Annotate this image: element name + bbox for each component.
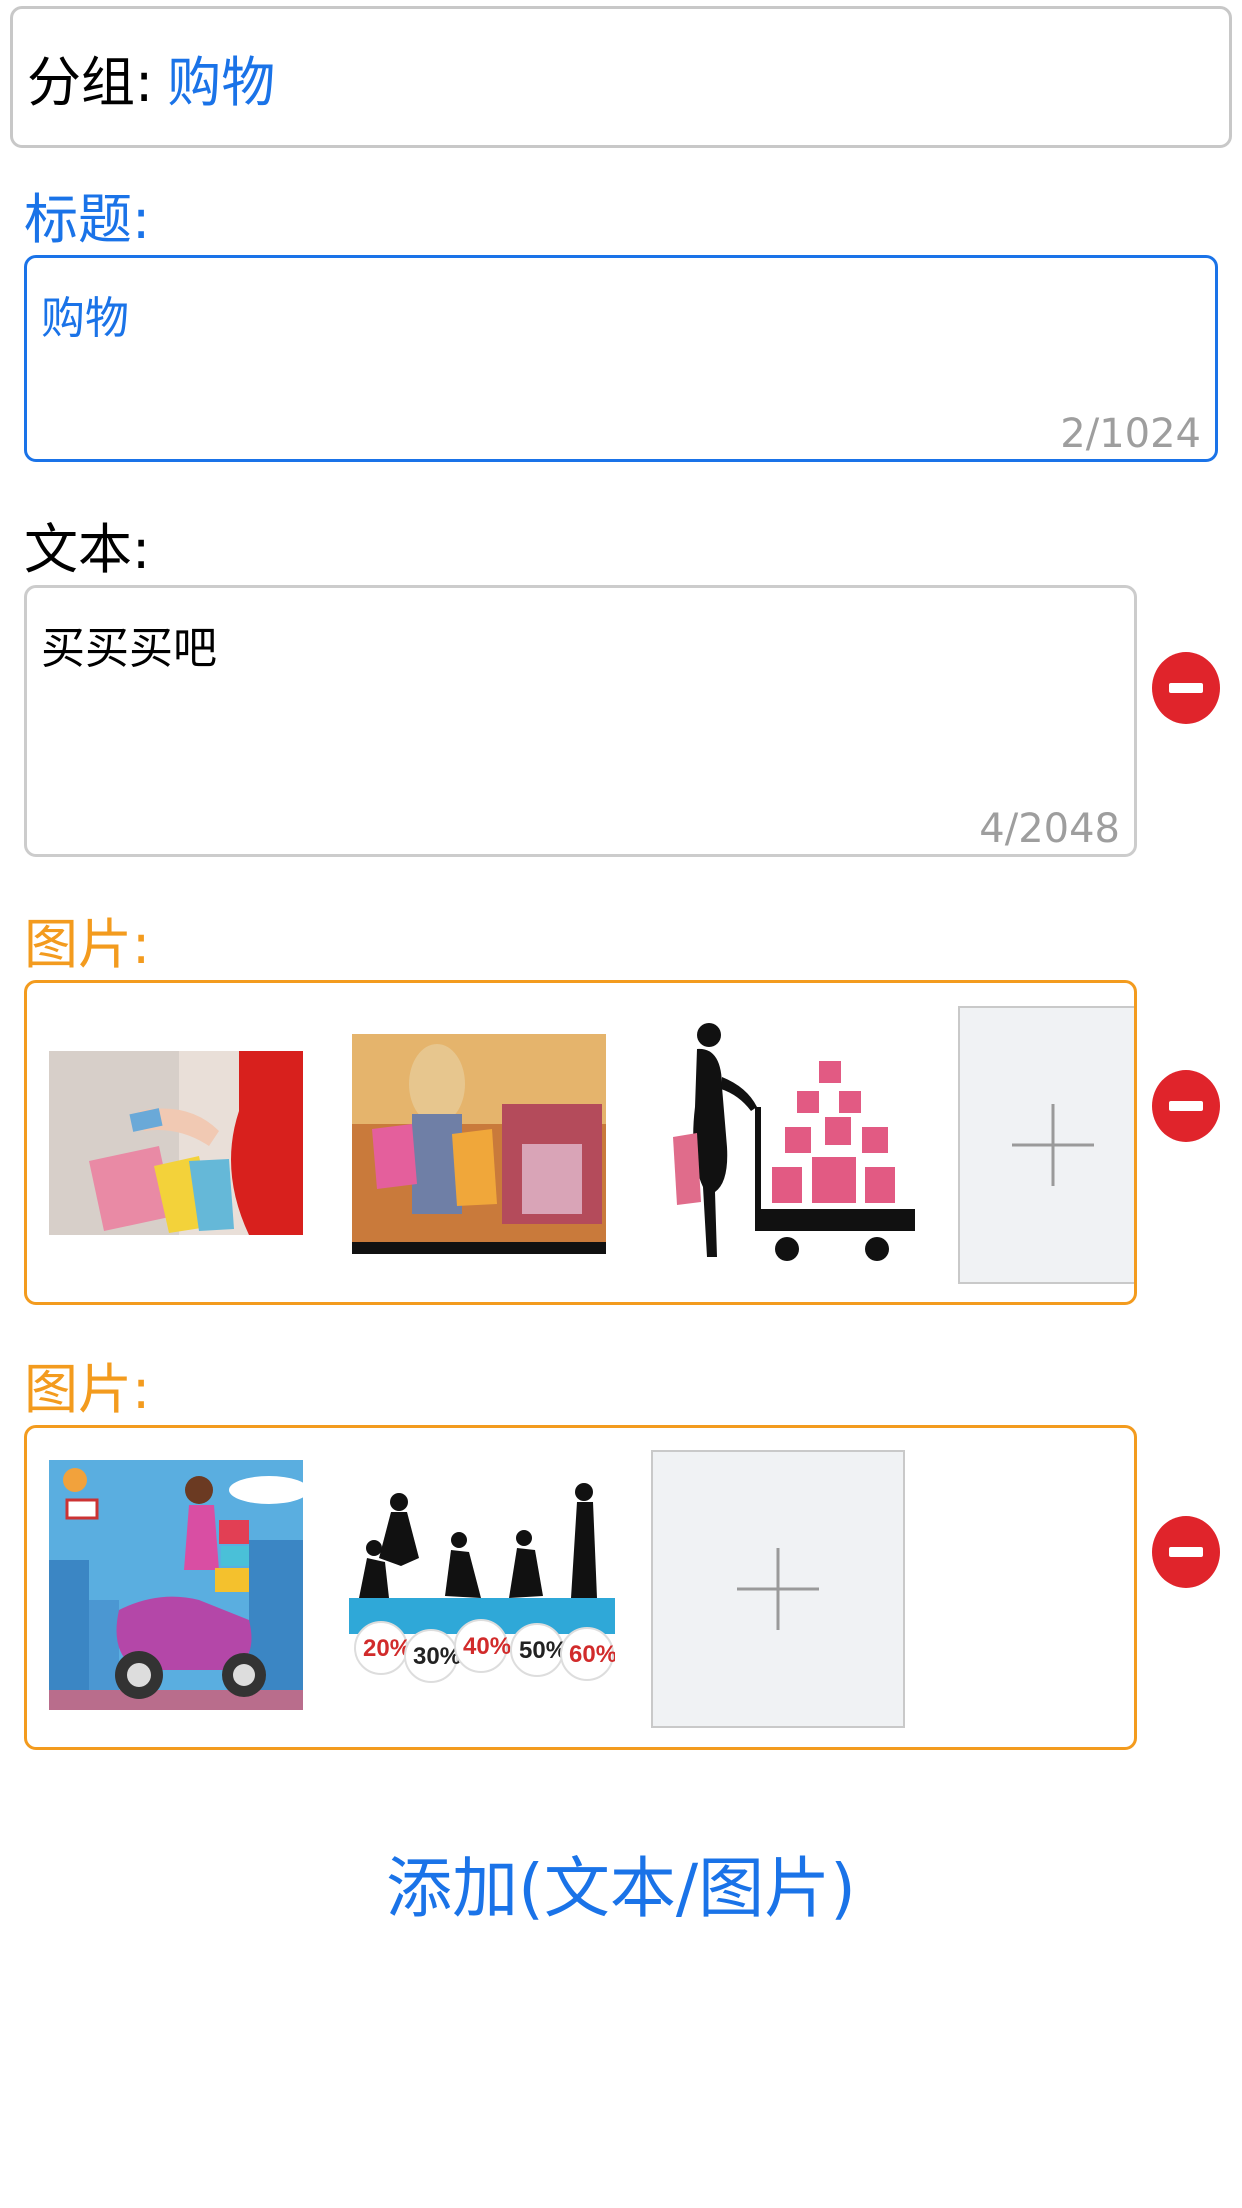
image-label-1: 图片: [24,913,151,976]
sale-tag-30: 30% [413,1643,461,1670]
add-image-tile-2[interactable] [651,1450,905,1728]
title-input[interactable]: 购物 2/1024 [24,255,1218,462]
text-input[interactable]: 买买买吧 4/2048 [24,585,1137,857]
text-input-value: 买买买吧 [41,623,217,674]
add-image-tile-1[interactable] [958,1006,1134,1284]
mall-shopper-image[interactable] [352,1034,606,1254]
scooter-girl-image[interactable] [49,1460,303,1710]
gift-cart-image[interactable] [667,1017,927,1279]
group-selector[interactable]: 分组: 购物 [10,6,1232,148]
text-label: 文本: [24,518,151,581]
sale-tag-20: 20% [363,1635,411,1662]
title-label: 标题: [24,188,151,251]
group-value[interactable]: 购物 [167,38,275,117]
shopping-bags-image[interactable] [49,1051,303,1235]
text-char-counter: 4/2048 [979,806,1120,852]
sale-tag-50: 50% [519,1637,567,1664]
remove-image-section-1-button[interactable] [1152,1070,1220,1142]
sale-tag-40: 40% [463,1633,511,1660]
title-input-value: 购物 [41,293,129,344]
remove-image-section-2-button[interactable] [1152,1516,1220,1588]
image-box-1 [24,980,1137,1305]
image-box-2: 20% 30% 40% 50% 60% [24,1425,1137,1750]
sale-tag-60: 60% [569,1641,615,1668]
remove-text-button[interactable] [1152,652,1220,724]
add-text-image-button[interactable]: 添加(文本/图片) [0,1835,1242,1931]
title-char-counter: 2/1024 [1060,411,1201,457]
image-label-2: 图片: [24,1358,151,1421]
group-label: 分组: [27,50,154,114]
sale-silhouettes-image[interactable]: 20% 30% 40% 50% 60% [349,1478,615,1698]
